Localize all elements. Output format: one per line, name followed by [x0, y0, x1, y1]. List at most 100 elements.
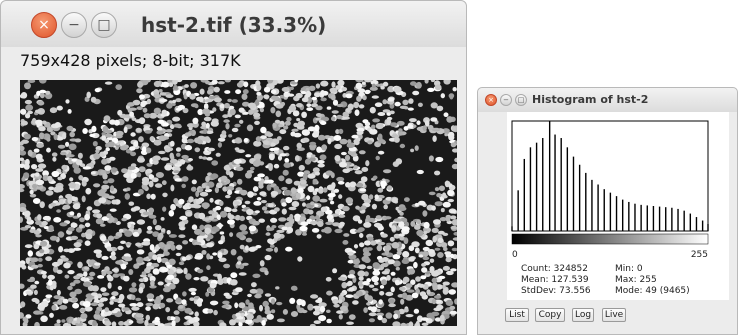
nucleus	[434, 170, 441, 176]
nucleus	[69, 177, 74, 182]
nucleus	[24, 99, 32, 105]
nucleus	[191, 224, 198, 230]
nucleus	[42, 215, 51, 221]
nucleus	[399, 143, 406, 149]
nucleus	[95, 218, 102, 225]
nucleus	[450, 225, 457, 230]
nucleus	[431, 127, 441, 132]
nucleus	[101, 255, 109, 260]
nucleus	[332, 299, 339, 305]
log-button[interactable]: Log	[572, 308, 594, 322]
nucleus	[174, 178, 182, 182]
nucleus	[21, 120, 28, 126]
nucleus	[149, 136, 155, 142]
nucleus	[69, 291, 77, 298]
nucleus	[187, 158, 193, 162]
nucleus	[312, 195, 321, 202]
nucleus	[181, 154, 189, 160]
nucleus	[454, 298, 457, 305]
nucleus	[327, 193, 336, 198]
nucleus	[356, 130, 364, 135]
nucleus	[62, 298, 69, 304]
nucleus	[344, 154, 351, 161]
nucleus	[388, 299, 395, 305]
nucleus	[237, 149, 245, 154]
nucleus	[245, 237, 253, 243]
nucleus	[152, 303, 160, 310]
nucleus	[82, 301, 91, 308]
nucleus	[252, 186, 259, 192]
nucleus	[34, 172, 40, 177]
nucleus	[37, 214, 42, 221]
nucleus	[40, 270, 47, 275]
image-window-titlebar[interactable]: × − □ hst-2.tif (33.3%)	[1, 1, 466, 47]
nucleus	[39, 80, 47, 84]
minimize-icon[interactable]: −	[500, 94, 512, 106]
nucleus	[342, 168, 351, 174]
nucleus	[213, 86, 220, 93]
nucleus	[36, 143, 44, 148]
nucleus	[449, 310, 457, 315]
nucleus	[192, 117, 199, 124]
nucleus	[135, 297, 142, 302]
nucleus	[355, 205, 360, 210]
nucleus	[187, 164, 192, 170]
nucleus	[449, 305, 456, 310]
nucleus	[158, 242, 165, 248]
nucleus	[332, 99, 339, 106]
nucleus	[175, 252, 182, 257]
nucleus	[339, 210, 346, 215]
nucleus	[182, 240, 189, 245]
nucleus	[279, 129, 287, 135]
nucleus	[452, 148, 457, 153]
nucleus	[260, 200, 267, 204]
nucleus	[368, 284, 375, 288]
nucleus	[105, 200, 112, 205]
nucleus	[82, 128, 88, 134]
live-button[interactable]: Live	[602, 308, 626, 322]
histogram-panel: 0 255 Count: 324852 Mean: 127.539 StdDev…	[507, 112, 729, 300]
nucleus	[306, 195, 311, 201]
nucleus	[320, 121, 327, 125]
list-button[interactable]: List	[505, 308, 529, 322]
maximize-icon[interactable]: □	[515, 94, 527, 106]
nucleus	[136, 249, 145, 255]
nucleus	[83, 281, 92, 287]
nucleus	[282, 169, 289, 176]
nucleus	[123, 275, 130, 282]
nucleus	[105, 133, 112, 138]
nucleus	[105, 270, 113, 275]
copy-button[interactable]: Copy	[535, 308, 565, 322]
nucleus	[68, 181, 76, 189]
nucleus	[308, 85, 316, 91]
nucleus	[286, 217, 293, 222]
nucleus	[224, 80, 231, 83]
image-canvas[interactable]	[20, 80, 457, 326]
nucleus	[355, 182, 364, 188]
maximize-icon[interactable]: □	[91, 12, 117, 38]
nucleus	[321, 229, 326, 233]
nucleus	[205, 291, 210, 297]
nucleus	[410, 81, 417, 86]
nucleus	[301, 309, 308, 314]
nucleus	[276, 301, 283, 306]
gray-ramp	[511, 233, 709, 245]
nucleus	[84, 213, 90, 221]
close-icon[interactable]: ×	[31, 12, 57, 38]
nucleus	[45, 256, 52, 262]
axis-max-label: 255	[691, 250, 708, 260]
nucleus	[68, 318, 73, 324]
nucleus	[104, 165, 112, 171]
nucleus	[196, 269, 204, 274]
nucleus	[414, 145, 419, 151]
nucleus	[390, 271, 396, 276]
minimize-icon[interactable]: −	[61, 12, 87, 38]
nucleus	[339, 161, 347, 168]
nucleus	[130, 151, 137, 157]
nucleus	[38, 126, 46, 132]
nucleus	[371, 275, 379, 283]
nucleus	[138, 166, 146, 173]
nucleus	[331, 110, 339, 114]
close-icon[interactable]: ×	[485, 94, 497, 106]
histogram-window-titlebar[interactable]: × − □ Histogram of hst-2	[478, 88, 737, 112]
